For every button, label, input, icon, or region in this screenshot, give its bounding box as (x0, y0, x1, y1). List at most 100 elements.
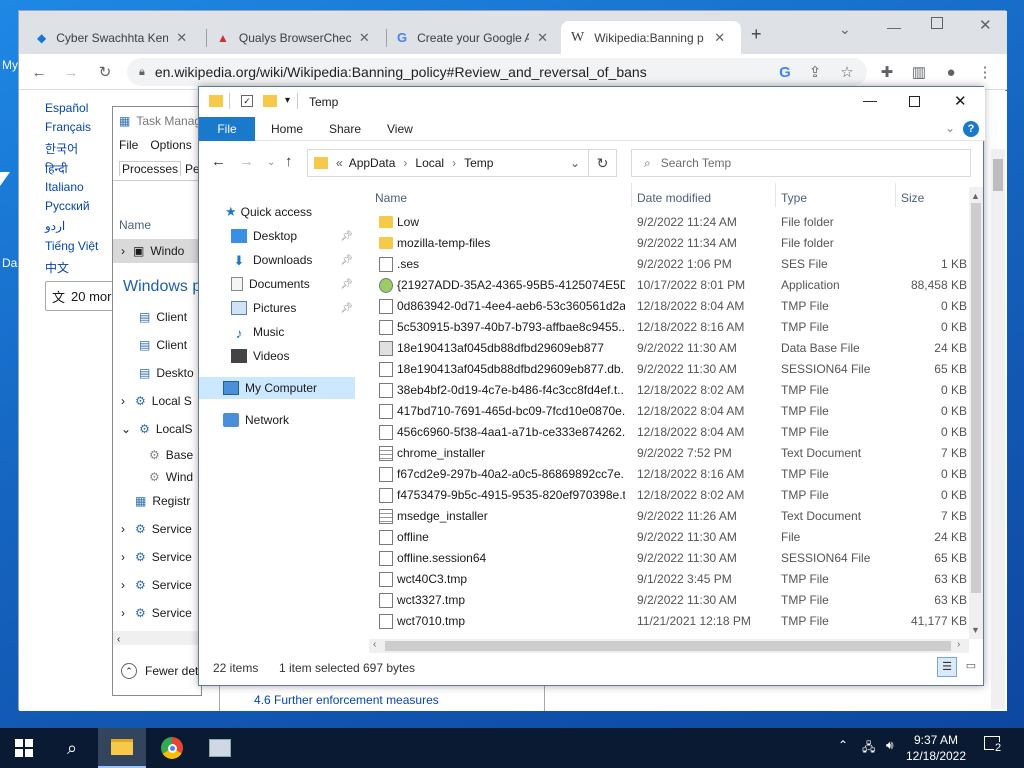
browser-tab-qualys[interactable]: ▲ Qualys BrowserCheck ✕ (207, 21, 385, 54)
search-box[interactable]: ⌕ Search Temp (631, 149, 971, 177)
ribbon-tab-file[interactable]: File (199, 117, 255, 141)
quick-access-toolbar-dropdown-icon[interactable]: ▾ (285, 95, 290, 106)
nav-my-computer[interactable]: My Computer (199, 377, 355, 399)
file-row[interactable]: wct40C3.tmp 9/1/2022 3:45 PM TMP File 63 KB (369, 568, 969, 589)
ribbon-tab-view[interactable]: View (375, 117, 425, 141)
process-row[interactable]: › ⚙ Service (113, 545, 203, 569)
menu-options[interactable]: Options (150, 138, 191, 152)
file-row[interactable]: {21927ADD-35A2-4365-95B5-4125074E5D... 10… (369, 274, 969, 295)
expand-ribbon-chevron-icon[interactable]: ⌄ (945, 121, 955, 135)
file-row[interactable]: .ses 9/2/2022 1:06 PM SES File 1 KB (369, 253, 969, 274)
scroll-right-icon[interactable]: › (957, 639, 960, 650)
file-row[interactable]: f4753479-9b5c-4915-9535-820ef970398e.t..… (369, 484, 969, 505)
details-view-icon[interactable]: ☰ (937, 657, 957, 677)
url-text[interactable]: en.wikipedia.org/wiki/Wikipedia:Banning_… (155, 64, 647, 80)
language-link[interactable]: Français (45, 120, 91, 134)
tab-processes[interactable]: Processes (119, 161, 182, 176)
network-status-icon[interactable]: 🖧︎ (862, 738, 875, 759)
language-link[interactable]: Español (45, 101, 88, 115)
language-link[interactable]: 中文 (45, 259, 69, 276)
column-header-name[interactable]: Name (113, 213, 203, 237)
horizontal-scrollbar[interactable]: ‹ (113, 631, 201, 645)
address-bar[interactable]: 🔒︎ en.wikipedia.org/wiki/Wikipedia:Banni… (127, 58, 867, 86)
process-row[interactable]: ▤ Deskto (113, 361, 203, 385)
process-row[interactable]: ▤ Client (113, 305, 203, 329)
process-row[interactable]: ▦ Registr (113, 489, 203, 513)
language-link[interactable]: Tiếng Việt (45, 239, 98, 253)
tab-search-chevron-icon[interactable]: ⌄ (839, 21, 851, 38)
nav-videos[interactable]: Videos (199, 345, 355, 367)
file-list-horizontal-scrollbar[interactable]: ‹ › (369, 639, 969, 653)
nav-pictures[interactable]: Pictures 📌︎ (199, 297, 355, 319)
close-window-icon[interactable]: ✕ (954, 92, 967, 110)
column-header-size[interactable]: Size (901, 191, 924, 205)
file-row[interactable]: Low 9/2/2022 11:24 AM File folder (369, 211, 969, 232)
bookmark-star-icon[interactable]: ☆ (837, 62, 857, 82)
column-divider[interactable] (631, 183, 632, 207)
maximize-icon[interactable] (909, 96, 920, 107)
properties-check-icon[interactable]: ✓ (241, 95, 253, 107)
menu-kebab-icon[interactable]: ⋮ (975, 62, 995, 82)
breadcrumb-local[interactable]: Local (415, 156, 444, 170)
minimize-icon[interactable]: — (887, 19, 901, 35)
file-row[interactable]: wct3327.tmp 9/2/2022 11:30 AM TMP File 63 K… (369, 589, 969, 610)
back-arrow-icon[interactable]: ← (29, 62, 49, 82)
file-row[interactable]: 18e190413af045db88dfbd29609eb877.db.... 9… (369, 358, 969, 379)
scroll-left-icon[interactable]: ‹ (373, 639, 376, 650)
close-window-icon[interactable]: ✕ (979, 16, 992, 34)
explorer-address-bar[interactable]: « AppData › Local › Temp ⌄ (307, 149, 589, 177)
language-link[interactable]: Русский (45, 199, 90, 213)
address-dropdown-chevron-icon[interactable]: ⌄ (570, 156, 580, 170)
language-link[interactable]: Italiano (45, 180, 84, 194)
pin-icon[interactable]: 📌︎ (340, 231, 353, 242)
chrome-taskbar-button[interactable] (148, 728, 196, 768)
nav-downloads[interactable]: ⬇ Downloads 📌︎ (199, 249, 355, 271)
toc-item[interactable]: 4.6 Further enforcement measures (254, 693, 439, 707)
close-tab-icon[interactable]: ✕ (176, 30, 187, 46)
column-divider[interactable] (895, 183, 896, 207)
scrollbar-thumb[interactable] (993, 159, 1003, 191)
task-manager-taskbar-button[interactable] (196, 728, 244, 768)
help-icon[interactable]: ? (963, 121, 979, 137)
file-row[interactable]: offline.session64 9/2/2022 11:30 AM SESSIO… (369, 547, 969, 568)
new-tab-icon[interactable]: + (751, 24, 762, 45)
file-row[interactable]: offline 9/2/2022 11:30 AM File 24 KB (369, 526, 969, 547)
file-list-vertical-scrollbar[interactable]: ▲ ▼ (969, 187, 983, 639)
search-icon[interactable]: ⌕ (48, 728, 96, 768)
file-row[interactable]: 0d863942-0d71-4ee4-aeb6-53c360561d2a... 1… (369, 295, 969, 316)
pin-icon[interactable]: 📌︎ (340, 255, 353, 266)
forward-arrow-icon[interactable]: → (239, 153, 254, 170)
process-row[interactable]: › ⚙ Service (113, 573, 203, 597)
file-row[interactable]: 456c6960-5f38-4aa1-a71b-ce333e874262....… (369, 421, 969, 442)
scrollbar-thumb[interactable] (971, 203, 981, 593)
volume-icon[interactable]: 🔊︎ (886, 738, 894, 753)
minimize-icon[interactable]: — (863, 92, 877, 108)
file-row[interactable]: chrome_installer 9/2/2022 7:52 PM Text Doc… (369, 442, 969, 463)
file-row[interactable]: 18e190413af045db88dfbd29609eb877 9/2/2022… (369, 337, 969, 358)
notification-center-button[interactable]: 2 (984, 736, 1006, 756)
process-row[interactable]: › ⚙ Local S (113, 389, 203, 413)
large-icons-view-icon[interactable]: ▭ (961, 657, 981, 677)
pin-icon[interactable]: 📌︎ (340, 303, 353, 314)
nav-desktop[interactable]: Desktop 📌︎ (199, 225, 355, 247)
file-row[interactable]: msedge_installer 9/2/2022 11:26 AM Text Do… (369, 505, 969, 526)
file-row[interactable]: 38eb4bf2-0d19-4c7e-b486-f4c3cc8fd4ef.t..… (369, 379, 969, 400)
desktop-icon-label-da[interactable]: Da (2, 256, 17, 270)
column-divider[interactable] (775, 183, 776, 207)
file-row[interactable]: f67cd2e9-297b-40a2-a0c5-86869892cc7e....… (369, 463, 969, 484)
process-row-expanded[interactable]: › ▣ Windo (113, 239, 203, 263)
ribbon-tab-home[interactable]: Home (259, 117, 315, 141)
pin-icon[interactable]: 📌︎ (340, 279, 353, 290)
start-button[interactable] (0, 728, 48, 768)
reload-icon[interactable]: ↻ (95, 62, 115, 82)
breadcrumb-appdata[interactable]: AppData (349, 156, 396, 170)
side-panel-icon[interactable]: ▥ (909, 62, 929, 82)
recent-locations-chevron-icon[interactable]: ⌄ (267, 157, 275, 168)
clock[interactable]: 9:37 AM 12/18/2022 (904, 732, 968, 764)
process-row[interactable]: › ⚙ Service (113, 601, 203, 625)
breadcrumb-temp[interactable]: Temp (464, 156, 493, 170)
forward-arrow-icon[interactable]: → (61, 62, 81, 82)
desktop-icon-label-my[interactable]: My (2, 58, 18, 72)
profile-avatar-icon[interactable]: ● (941, 62, 961, 82)
file-explorer-taskbar-button[interactable] (98, 728, 146, 768)
